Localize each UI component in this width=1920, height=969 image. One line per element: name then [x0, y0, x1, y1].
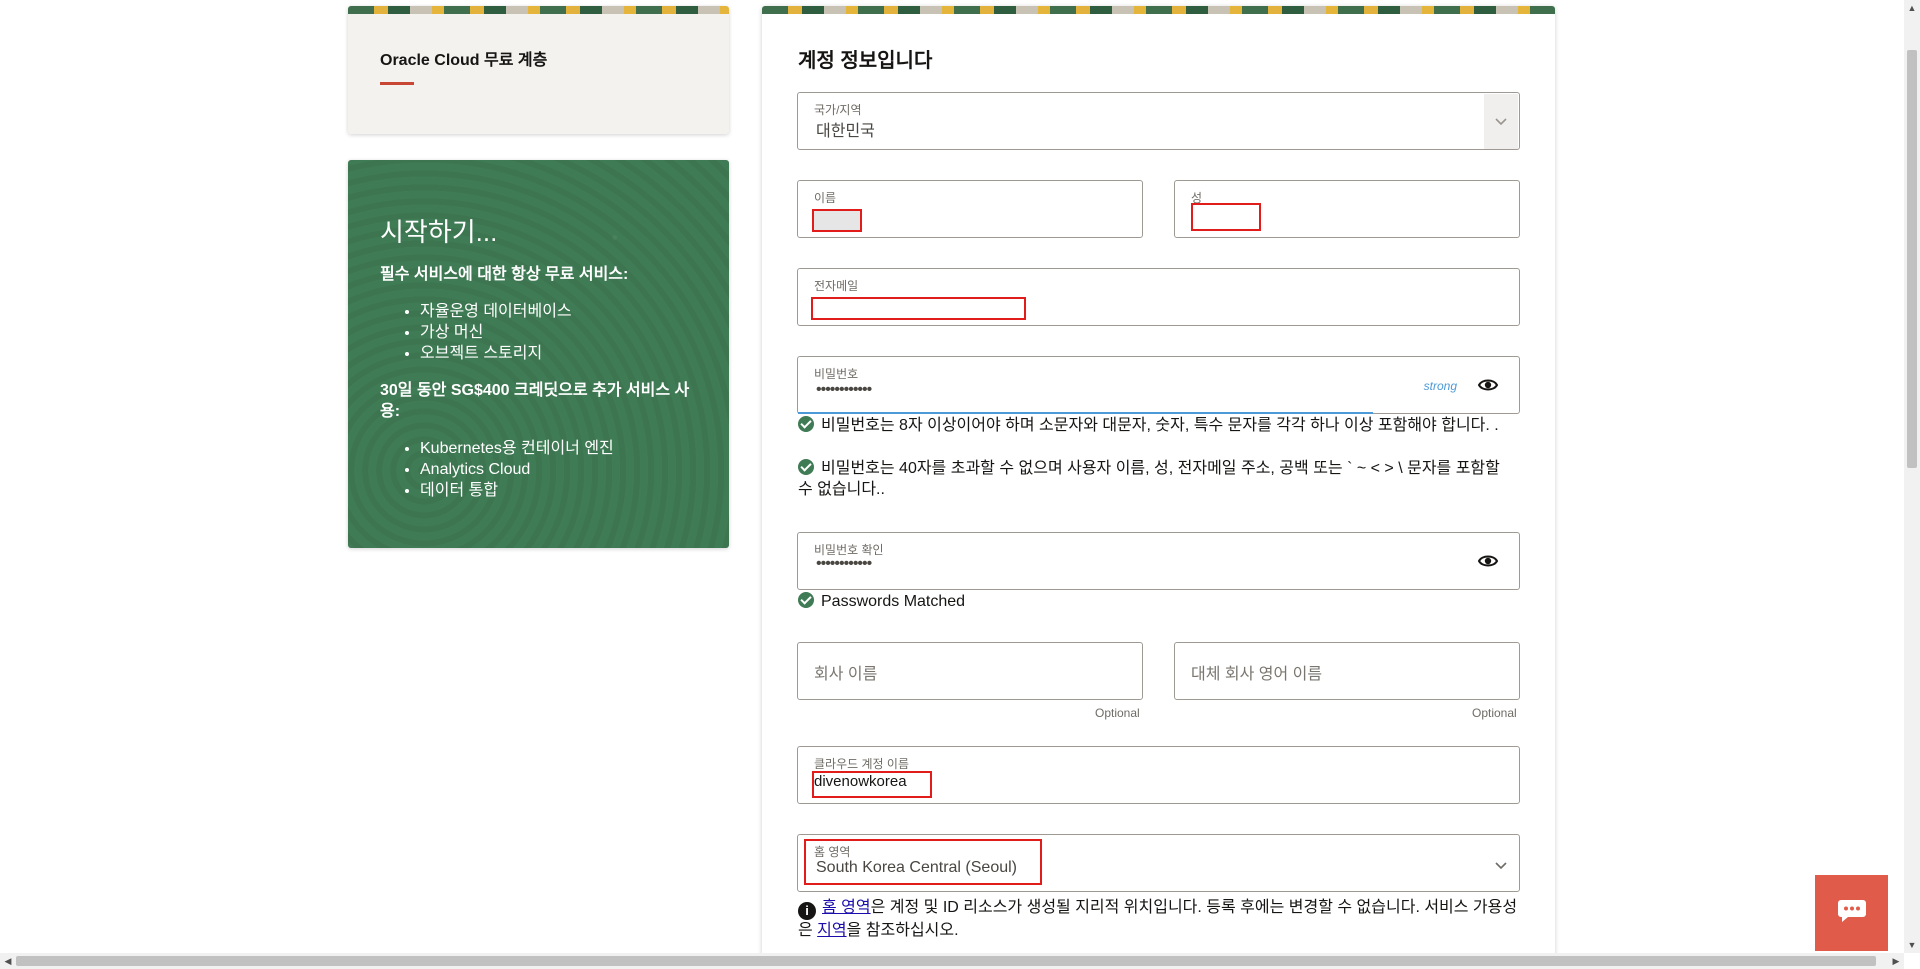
chat-icon [1837, 898, 1867, 929]
password-strength: strong [1423, 379, 1457, 393]
card-stripe [762, 6, 1555, 14]
annotation-box [811, 297, 1026, 320]
annotation-box [812, 209, 862, 232]
regions-link[interactable]: 지역 [817, 922, 846, 939]
email-field[interactable]: 전자메일 [797, 268, 1520, 326]
alt-company-name-optional: Optional [1472, 706, 1517, 720]
country-select[interactable]: 국가/지역 대한민국 [797, 92, 1520, 150]
annotation-box [812, 771, 932, 798]
card-stripe [348, 6, 729, 14]
first-name-label: 이름 [814, 191, 837, 205]
password-value: •••••••••••• [816, 381, 872, 398]
cloud-account-name-label: 클라우드 계정 이름 [814, 757, 909, 771]
password-match-text: Passwords Matched [821, 593, 966, 610]
check-circle-icon [798, 459, 814, 475]
get-started-card: 시작하기... 필수 서비스에 대한 항상 무료 서비스: 자율운영 데이터베이… [348, 160, 729, 548]
free-tier-card: Oracle Cloud 무료 계층 [348, 6, 729, 134]
company-name-field[interactable]: 회사 이름 [797, 642, 1143, 700]
alt-company-name-field[interactable]: 대체 회사 영어 이름 [1174, 642, 1520, 700]
info-icon: i [798, 902, 816, 920]
list-item: 오브젝트 스토리지 [420, 343, 572, 364]
chat-button[interactable] [1815, 875, 1888, 951]
country-value: 대한민국 [816, 123, 875, 140]
form-title: 계정 정보입니다 [798, 50, 933, 72]
home-region-info: i홈 영역은 계정 및 ID 리소스가 생성될 지리적 위치입니다. 등록 후에… [798, 897, 1528, 942]
annotation-box [804, 839, 1042, 885]
scroll-up-icon[interactable]: ▲ [1904, 0, 1920, 16]
always-free-title: 필수 서비스에 대한 항상 무료 서비스: [380, 266, 629, 283]
horizontal-scrollbar[interactable]: ◀ ▶ [0, 953, 1904, 969]
vertical-scrollbar[interactable]: ▲ ▼ [1904, 0, 1920, 953]
company-name-placeholder: 회사 이름 [814, 666, 878, 683]
scroll-left-icon[interactable]: ◀ [0, 953, 16, 969]
check-circle-icon [798, 592, 814, 608]
scroll-down-icon[interactable]: ▼ [1904, 937, 1920, 953]
check-circle-icon [798, 416, 814, 432]
confirm-password-field[interactable]: 비밀번호 확인 •••••••••••• [797, 532, 1520, 590]
password-label: 비밀번호 [814, 367, 859, 381]
list-item: Analytics Cloud [420, 459, 614, 480]
account-form-card: 계정 정보입니다 국가/지역 대한민국 이름 성 전자메일 비밀번호 •••••… [762, 6, 1555, 969]
info-text-2: 을 참조하십시오. [846, 922, 959, 939]
country-label: 국가/지역 [814, 103, 862, 117]
title-accent-bar [380, 82, 414, 85]
password-strength-bar [798, 412, 1373, 414]
password-rule-2: 비밀번호는 40자를 초과할 수 없으며 사용자 이름, 성, 전자메일 주소,… [798, 458, 1518, 500]
list-item: 데이터 통합 [420, 480, 614, 501]
password-match-status: Passwords Matched [798, 591, 1518, 612]
trial-title: 30일 동안 SG$400 크레딧으로 추가 서비스 사용: [380, 382, 690, 420]
list-item: 자율운영 데이터베이스 [420, 301, 572, 322]
password-field[interactable]: 비밀번호 •••••••••••• strong [797, 356, 1520, 414]
password-rule-text: 비밀번호는 40자를 초과할 수 없으며 사용자 이름, 성, 전자메일 주소,… [798, 460, 1500, 498]
cloud-account-name-field[interactable]: 클라우드 계정 이름 divenowkorea [797, 746, 1520, 804]
get-started-heading: 시작하기... [380, 217, 498, 247]
scroll-right-icon[interactable]: ▶ [1888, 953, 1904, 969]
annotation-box [1191, 203, 1261, 231]
confirm-password-value: •••••••••••• [816, 555, 872, 572]
list-item: 가상 머신 [420, 322, 572, 343]
email-label: 전자메일 [814, 279, 859, 293]
first-name-field[interactable]: 이름 [797, 180, 1143, 238]
company-name-optional: Optional [1095, 706, 1140, 720]
chevron-down-icon[interactable] [1495, 857, 1507, 875]
free-tier-title: Oracle Cloud 무료 계층 [380, 52, 548, 69]
password-rule-text: 비밀번호는 8자 이상이어야 하며 소문자와 대문자, 숫자, 특수 문자를 각… [821, 417, 1499, 434]
last-name-field[interactable]: 성 [1174, 180, 1520, 238]
always-free-list: 자율운영 데이터베이스 가상 머신 오브젝트 스토리지 [388, 301, 572, 364]
alt-company-name-placeholder: 대체 회사 영어 이름 [1191, 666, 1323, 683]
home-region-select[interactable]: 홈 영역 South Korea Central (Seoul) [797, 834, 1520, 892]
home-region-link[interactable]: 홈 영역 [822, 899, 871, 916]
scrollbar-thumb[interactable] [16, 956, 1876, 966]
trial-list: Kubernetes용 컨테이너 엔진 Analytics Cloud 데이터 … [388, 438, 614, 501]
chevron-down-icon[interactable] [1484, 94, 1518, 149]
password-rule-1: 비밀번호는 8자 이상이어야 하며 소문자와 대문자, 숫자, 특수 문자를 각… [798, 415, 1518, 436]
eye-icon[interactable] [1477, 550, 1499, 572]
scrollbar-thumb[interactable] [1907, 50, 1917, 468]
eye-icon[interactable] [1477, 374, 1499, 396]
list-item: Kubernetes용 컨테이너 엔진 [420, 438, 614, 459]
